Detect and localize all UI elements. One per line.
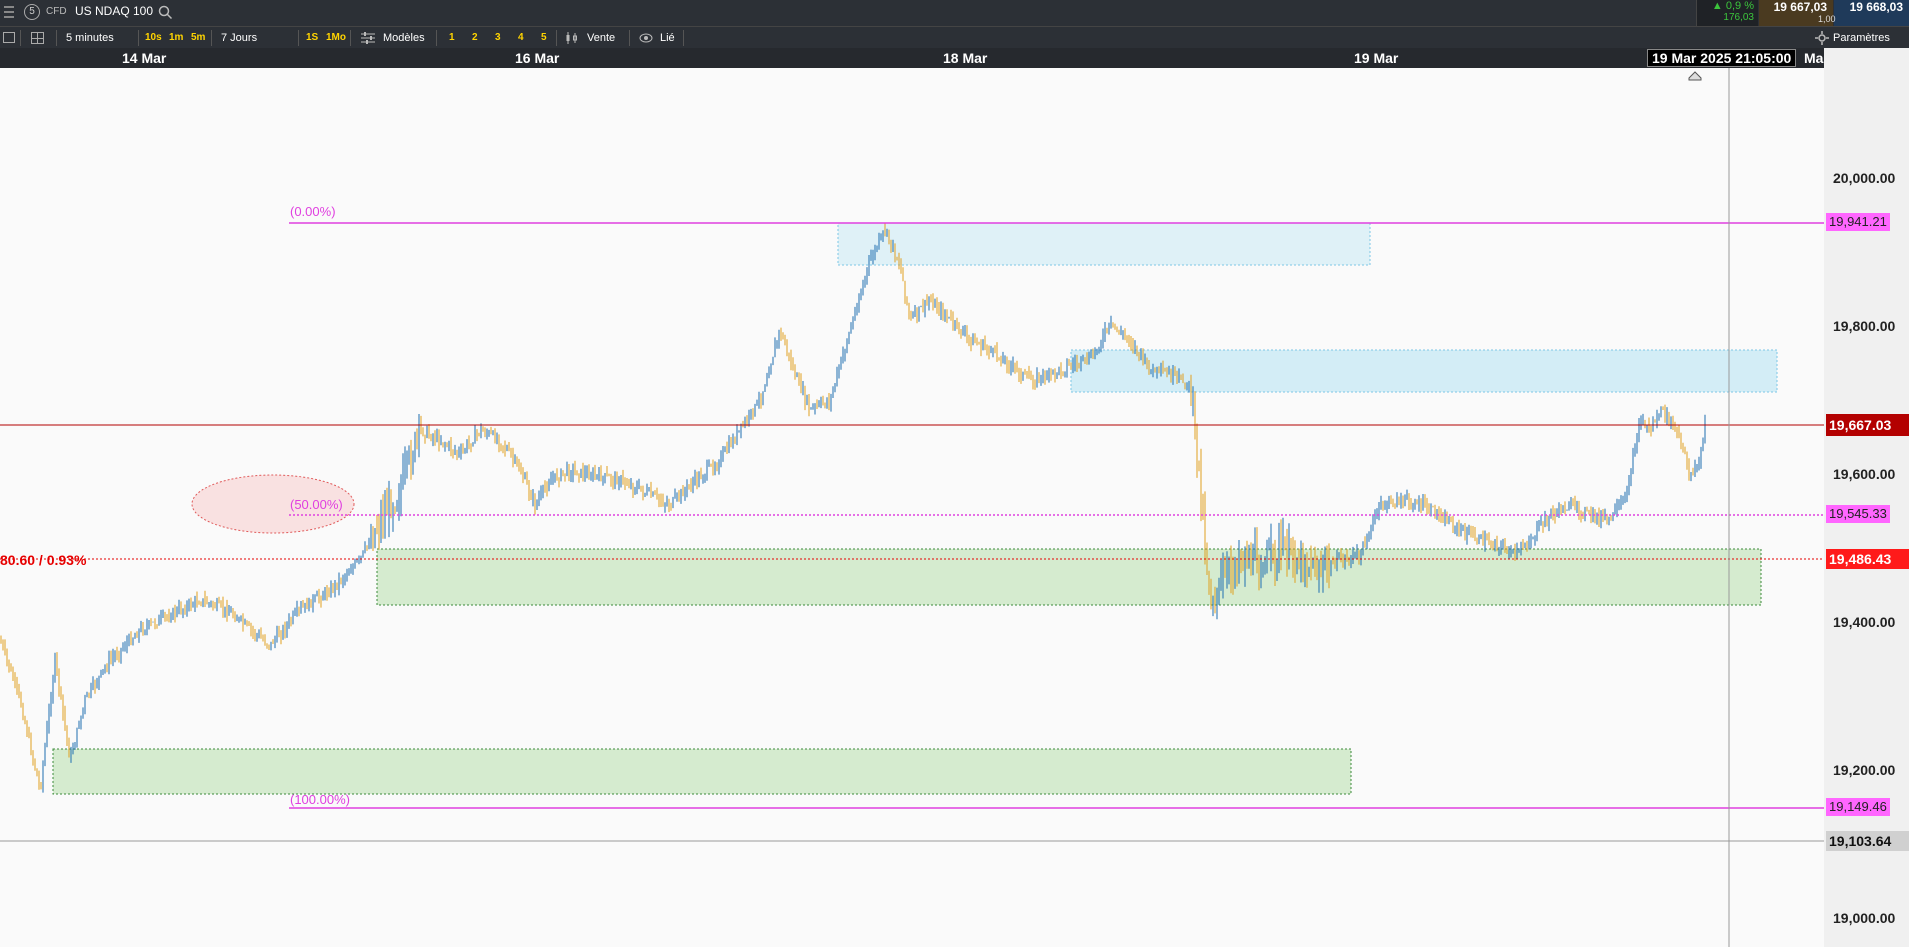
spread-value: 1,00	[1818, 14, 1836, 24]
instrument-badge: CFD	[46, 6, 67, 17]
demand-zone-low[interactable]	[52, 748, 1352, 795]
alert-price-badge: 19,486.43	[1826, 549, 1909, 569]
candles-icon[interactable]	[565, 31, 579, 45]
date-axis: 14 Mar 16 Mar 18 Mar 19 Mar Mar 19 Mar 2…	[0, 48, 1829, 68]
change-box: ▲ 0,9 % 176,03	[1696, 0, 1758, 26]
price-tick: 19,400.00	[1833, 614, 1896, 630]
linked-toggle[interactable]: Lié	[660, 27, 675, 49]
side-select[interactable]: Vente	[587, 27, 615, 49]
quick-interval-5m[interactable]: 5m	[191, 27, 205, 49]
cursor-date-label: 19 Mar 2025 21:05:00	[1647, 49, 1797, 67]
range-select[interactable]: 7 Jours	[221, 27, 257, 49]
interval-select[interactable]: 5 minutes	[66, 27, 114, 49]
layout-icon[interactable]	[31, 32, 44, 44]
supply-zone-top[interactable]	[837, 222, 1371, 266]
date-label: 16 Mar	[515, 50, 560, 66]
fib-price-badge-0: 19,941.21	[1826, 213, 1890, 231]
alert-line-label[interactable]: 80.60 / 0.93%	[0, 552, 86, 568]
template-slot-2[interactable]: 2	[472, 27, 478, 49]
bid-price: 19 667,03	[1773, 0, 1827, 14]
fib-label-100: (100.00%)	[290, 792, 350, 807]
template-slot-5[interactable]: 5	[541, 27, 547, 49]
date-label: 18 Mar	[943, 50, 988, 66]
date-label: 14 Mar	[122, 50, 167, 66]
settings-button[interactable]: Paramètres	[1833, 27, 1890, 49]
menu-icon[interactable]	[4, 6, 14, 18]
eye-icon[interactable]	[639, 33, 653, 43]
fib-price-badge-100: 19,149.46	[1826, 798, 1890, 816]
price-chart[interactable]	[0, 68, 1824, 947]
price-tick: 19,200.00	[1833, 762, 1896, 778]
price-tick: 19,000.00	[1833, 910, 1896, 926]
fib-label-50: (50.00%)	[290, 497, 343, 512]
quick-interval-1m[interactable]: 1m	[169, 27, 183, 49]
quick-range-1mo[interactable]: 1Mo	[326, 27, 346, 49]
top-bar: 5 CFD US NDAQ 100 ▲ 0,9 % 176,03 19 667,…	[0, 0, 1909, 26]
instrument-name[interactable]: US NDAQ 100	[75, 4, 153, 18]
panel-number-icon[interactable]: 5	[24, 4, 40, 20]
current-price-badge: 19,667.03	[1826, 414, 1909, 436]
list-icon[interactable]	[3, 32, 15, 43]
change-pct: ▲ 0,9 %	[1711, 0, 1754, 12]
date-label: 19 Mar	[1354, 50, 1399, 66]
template-slot-1[interactable]: 1	[449, 27, 455, 49]
change-abs: 176,03	[1723, 12, 1754, 23]
gear-icon[interactable]	[1815, 31, 1829, 45]
template-slot-4[interactable]: 4	[518, 27, 524, 49]
templates-icon[interactable]	[361, 32, 375, 44]
price-tick: 19,800.00	[1833, 318, 1896, 334]
fib-price-badge-50: 19,545.33	[1826, 505, 1890, 523]
cursor-price-badge: 19,103.64	[1826, 831, 1909, 851]
quick-range-1s[interactable]: 1S	[306, 27, 318, 49]
template-slot-3[interactable]: 3	[495, 27, 501, 49]
quick-interval-10s[interactable]: 10s	[145, 27, 162, 49]
price-tick: 19,600.00	[1833, 466, 1896, 482]
chart-toolbar: 5 minutes 10s 1m 5m 7 Jours 1S 1Mo Modèl…	[0, 26, 1909, 48]
price-tick: 20,000.00	[1833, 170, 1896, 186]
search-icon[interactable]	[158, 5, 173, 20]
cursor-marker-icon	[1688, 71, 1702, 81]
fib-label-0: (0.00%)	[290, 204, 336, 219]
demand-zone-mid[interactable]	[376, 548, 1762, 606]
templates-button[interactable]: Modèles	[383, 27, 425, 49]
ask-price: 19 668,03	[1849, 0, 1903, 14]
ask-button[interactable]: 19 668,03	[1834, 0, 1909, 26]
